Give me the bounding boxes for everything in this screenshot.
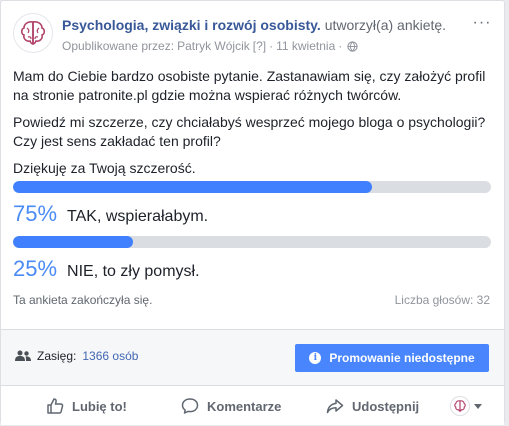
poll-ended-text: Ta ankieta zakończyła się.: [13, 293, 153, 307]
poll-option-label: TAK, wspierałabym.: [67, 208, 209, 225]
like-label: Lubię to!: [72, 398, 127, 414]
published-by-label: Opublikowane przez:: [62, 39, 175, 53]
reach-row: Zasięg: 1366 osób i Promowanie niedostęp…: [1, 329, 504, 385]
poll: 75% TAK, wspierałabym. 25% NIE, to zły p…: [13, 181, 491, 291]
post-action-bar: Lubię to! Komentarze Udostępnij: [1, 385, 504, 425]
author-help-tag[interactable]: [?]: [253, 38, 266, 54]
poll-bar-track: [13, 236, 491, 248]
info-icon: i: [309, 352, 322, 364]
post-title-line: Psychologia, związki i rozwój osobisty. …: [62, 16, 446, 34]
poll-post-card: Psychologia, związki i rozwój osobisty. …: [0, 0, 505, 425]
poll-footer: Ta ankieta zakończyła się. Liczba głosów…: [13, 293, 490, 309]
promote-button[interactable]: i Promowanie niedostępne: [295, 344, 489, 372]
reach-info: Zasięg: 1366 osób: [15, 348, 138, 364]
post-options-button[interactable]: ···: [472, 15, 492, 33]
reach-value-link[interactable]: 1366 osób: [82, 348, 138, 364]
poll-bar-track: [13, 181, 491, 193]
post-header: Psychologia, związki i rozwój osobisty. …: [13, 13, 492, 57]
brain-logo-icon: [20, 21, 46, 45]
post-as-selector[interactable]: [450, 396, 482, 416]
poll-bar-fill: [13, 181, 372, 193]
meta-separator-2: ·: [338, 39, 343, 53]
post-paragraph: Dziękuję za Twoją szczerość.: [13, 160, 196, 176]
share-label: Udostępnij: [352, 398, 420, 414]
author-link[interactable]: Patryk Wójcik: [177, 38, 250, 54]
poll-option-percent: 25%: [13, 256, 58, 281]
poll-vote-count[interactable]: Liczba głosów: 32: [395, 293, 490, 307]
comment-button[interactable]: Komentarze: [181, 386, 281, 426]
share-arrow-icon: [326, 399, 344, 414]
comment-label: Komentarze: [207, 398, 282, 414]
poll-option-row: 75% TAK, wspierałabym.: [13, 200, 208, 228]
post-meta: Opublikowane przez: Patryk Wójcik [?] · …: [62, 38, 358, 54]
reach-label: Zasięg:: [37, 349, 77, 363]
chevron-down-icon: [474, 403, 482, 409]
thumbs-up-icon: [47, 398, 64, 414]
poll-option-label: NIE, to zły pomysł.: [67, 263, 200, 280]
promote-button-label: Promowanie niedostępne: [329, 351, 475, 365]
comment-icon: [181, 398, 199, 414]
post-body: Mam do Ciebie bardzo osobiste pytanie. Z…: [13, 67, 495, 186]
meta-separator: ·: [269, 39, 274, 53]
share-button[interactable]: Udostępnij: [326, 386, 419, 426]
people-icon: [15, 350, 31, 361]
post-paragraph: Mam do Ciebie bardzo osobiste pytanie. Z…: [13, 68, 486, 103]
audience-globe-icon[interactable]: [347, 40, 358, 52]
like-button[interactable]: Lubię to!: [46, 386, 127, 426]
page-avatar[interactable]: [13, 13, 53, 53]
poll-bar-fill: [13, 236, 133, 248]
poll-option-yes: 75% TAK, wspierałabym.: [13, 181, 491, 236]
poll-option-percent: 75%: [13, 201, 58, 226]
brain-logo-icon: [454, 400, 466, 412]
post-date-link[interactable]: 11 kwietnia: [276, 38, 335, 54]
poll-option-no: 25% NIE, to zły pomysł.: [13, 236, 491, 291]
page-name-link[interactable]: Psychologia, związki i rozwój osobisty.: [62, 17, 321, 33]
page-mini-avatar: [450, 396, 470, 416]
poll-option-row: 25% NIE, to zły pomysł.: [13, 255, 200, 283]
post-action-text: utworzył(a) ankietę.: [324, 17, 447, 33]
post-paragraph: Powiedź mi szczerze, czy chciałabyś wesp…: [13, 114, 486, 149]
